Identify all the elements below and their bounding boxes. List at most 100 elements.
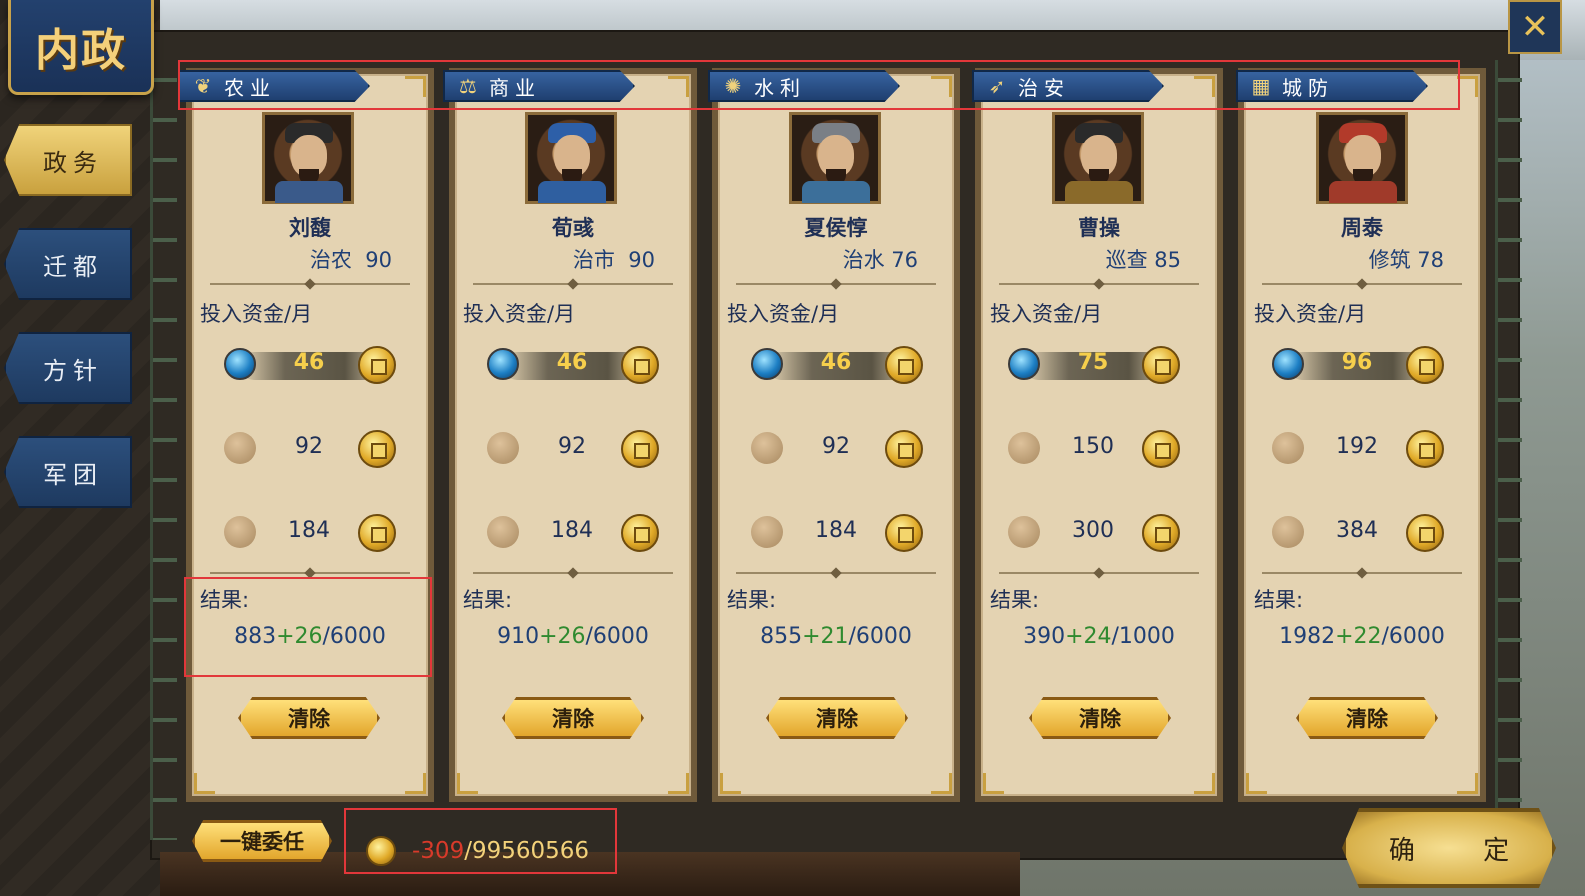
auto-delegate-button[interactable]: 一键委任 <box>192 820 332 862</box>
radio-button[interactable] <box>487 432 519 464</box>
skill-name: 治水 <box>842 248 885 272</box>
divider <box>473 572 673 574</box>
general-portrait[interactable] <box>262 112 354 204</box>
general-portrait[interactable] <box>1052 112 1144 204</box>
skill-name: 治市 <box>572 248 615 272</box>
divider <box>736 283 936 285</box>
coin-icon <box>621 430 659 468</box>
general-portrait[interactable] <box>789 112 881 204</box>
general-portrait[interactable] <box>1316 112 1408 204</box>
clear-button[interactable]: 清除 <box>766 697 908 739</box>
auto-delegate-label: 一键委任 <box>220 830 304 854</box>
clear-button[interactable]: 清除 <box>238 697 380 739</box>
clear-button[interactable]: 清除 <box>502 697 644 739</box>
clear-button[interactable]: 清除 <box>1029 697 1171 739</box>
radio-button[interactable] <box>1008 516 1040 548</box>
slider-handle[interactable] <box>224 348 256 380</box>
radio-button[interactable] <box>751 432 783 464</box>
skill-value: 90 <box>628 248 655 272</box>
result-base: 390 <box>1023 624 1066 649</box>
general-name: 刘馥 <box>289 216 331 240</box>
invest-option[interactable]: 192 <box>1272 430 1462 468</box>
invest-option[interactable]: 92 <box>224 430 414 468</box>
result-value: 883+26/6000 <box>186 624 434 649</box>
result-increment: +26 <box>276 624 323 649</box>
category-header-commerce: ⚖ 商业 <box>443 70 635 102</box>
result-value: 855+21/6000 <box>712 624 960 649</box>
general-name: 曹操 <box>1078 216 1120 240</box>
corner-ornament <box>405 773 426 794</box>
result-increment: +21 <box>802 624 849 649</box>
option-value: 92 <box>558 434 586 459</box>
sidebar-item-zhengwu[interactable]: 政务 <box>4 124 132 196</box>
corner-ornament <box>1194 76 1215 97</box>
divider <box>210 572 410 574</box>
invest-label: 投入资金/月 <box>200 302 313 326</box>
result-value: 390+24/1000 <box>975 624 1223 649</box>
sidebar-item-fangzhen[interactable]: 方针 <box>4 332 132 404</box>
invest-slider[interactable]: 46 <box>224 346 414 384</box>
radio-button[interactable] <box>224 432 256 464</box>
invest-option[interactable]: 92 <box>751 430 941 468</box>
corner-ornament <box>1457 773 1478 794</box>
invest-slider[interactable]: 46 <box>751 346 941 384</box>
radio-button[interactable] <box>487 516 519 548</box>
waterwheel-icon: ✺ <box>724 74 742 98</box>
slider-handle[interactable] <box>1272 348 1304 380</box>
general-skill: 治市 90 <box>449 244 655 274</box>
divider <box>736 572 936 574</box>
wheat-icon: ❦ <box>194 74 212 98</box>
option-value: 384 <box>1336 518 1378 543</box>
corner-ornament <box>1246 773 1267 794</box>
invest-option[interactable]: 384 <box>1272 514 1462 552</box>
result-base: 1982 <box>1279 624 1336 649</box>
funds-display: -309/99560566 <box>366 832 589 870</box>
result-base: 855 <box>760 624 803 649</box>
corner-ornament <box>194 773 215 794</box>
invest-option[interactable]: 184 <box>224 514 414 552</box>
result-cap: /6000 <box>848 624 912 649</box>
result-cap: /1000 <box>1111 624 1175 649</box>
coin-icon <box>1406 430 1444 468</box>
result-cap: /6000 <box>322 624 386 649</box>
divider <box>999 283 1199 285</box>
skill-name: 巡查 <box>1105 248 1148 272</box>
general-skill: 巡查 85 <box>975 244 1181 274</box>
radio-button[interactable] <box>751 516 783 548</box>
category-label: 商业 <box>489 75 541 100</box>
slider-handle[interactable] <box>487 348 519 380</box>
general-skill: 治农 90 <box>186 244 392 274</box>
clear-button[interactable]: 清除 <box>1296 697 1438 739</box>
slider-handle[interactable] <box>1008 348 1040 380</box>
radio-button[interactable] <box>1272 432 1304 464</box>
divider <box>999 572 1199 574</box>
sidebar-item-label: 方针 <box>43 356 103 385</box>
general-portrait[interactable] <box>525 112 617 204</box>
confirm-button[interactable]: 确 定 <box>1342 808 1556 888</box>
invest-option[interactable]: 150 <box>1008 430 1198 468</box>
general-skill: 治水 76 <box>712 244 918 274</box>
invest-slider[interactable]: 46 <box>487 346 677 384</box>
sidebar-item-juntuan[interactable]: 军团 <box>4 436 132 508</box>
slider-handle[interactable] <box>751 348 783 380</box>
corner-ornament <box>405 76 426 97</box>
radio-button[interactable] <box>224 516 256 548</box>
coin-icon <box>358 346 396 384</box>
invest-option[interactable]: 184 <box>487 514 677 552</box>
radio-button[interactable] <box>1008 432 1040 464</box>
invest-slider[interactable]: 96 <box>1272 346 1462 384</box>
clear-button-label: 清除 <box>816 707 858 731</box>
invest-slider[interactable]: 75 <box>1008 346 1198 384</box>
portrait-robe <box>1065 181 1133 203</box>
close-button[interactable]: ✕ <box>1508 0 1562 54</box>
wall-icon: ▦ <box>1251 74 1271 98</box>
invest-option[interactable]: 92 <box>487 430 677 468</box>
corner-ornament <box>983 773 1004 794</box>
divider <box>210 283 410 285</box>
radio-button[interactable] <box>1272 516 1304 548</box>
divider <box>473 283 673 285</box>
invest-option[interactable]: 300 <box>1008 514 1198 552</box>
portrait-armor <box>1329 181 1397 203</box>
invest-option[interactable]: 184 <box>751 514 941 552</box>
sidebar-item-qiandu[interactable]: 迁都 <box>4 228 132 300</box>
